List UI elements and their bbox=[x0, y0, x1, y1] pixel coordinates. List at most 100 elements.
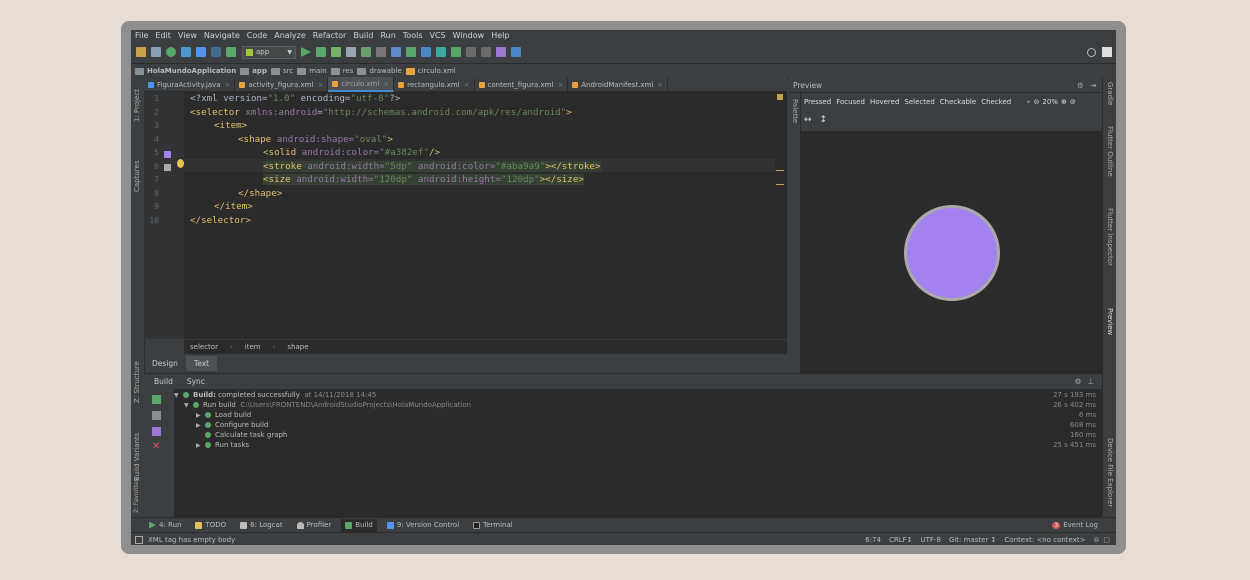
menu-code[interactable]: Code bbox=[247, 30, 267, 42]
history-icon[interactable] bbox=[481, 47, 491, 57]
menu-tools[interactable]: Tools bbox=[403, 30, 423, 42]
tab-figura-activity[interactable]: FiguraActivity.java × bbox=[144, 78, 236, 91]
tab-sync[interactable]: Sync bbox=[187, 377, 205, 386]
forward-arrow-icon[interactable] bbox=[211, 47, 221, 57]
project-structure-icon[interactable] bbox=[391, 47, 401, 57]
close-icon[interactable]: × bbox=[657, 81, 663, 89]
account-icon[interactable] bbox=[1102, 47, 1112, 57]
menu-run[interactable]: Run bbox=[380, 30, 395, 42]
tab-build-bottom[interactable]: Build bbox=[341, 518, 377, 532]
sync-icon[interactable] bbox=[166, 47, 176, 57]
expand-down-icon[interactable]: ▼ bbox=[174, 392, 183, 399]
structure-tool-tab[interactable]: Z: Structure bbox=[133, 361, 141, 403]
hammer-icon[interactable] bbox=[152, 395, 161, 404]
vcs-commit-icon[interactable] bbox=[451, 47, 461, 57]
vertical-resize-icon[interactable]: ↕ bbox=[820, 115, 828, 125]
horizontal-resize-icon[interactable]: ↔ bbox=[804, 115, 812, 125]
run-icon[interactable] bbox=[301, 47, 311, 57]
expand-right-icon[interactable]: ▶ bbox=[196, 442, 205, 449]
hide-icon[interactable]: ⊥ bbox=[1087, 377, 1094, 386]
color-swatch-stroke[interactable] bbox=[164, 164, 171, 171]
stop-icon[interactable] bbox=[376, 47, 386, 57]
state-hovered[interactable]: Hovered bbox=[870, 98, 899, 106]
captures-tool-tab[interactable]: Captures bbox=[133, 161, 141, 192]
build-row[interactable]: Calculate task graph 160 ms bbox=[196, 430, 1116, 440]
refresh-icon[interactable] bbox=[181, 47, 191, 57]
state-checked[interactable]: Checked bbox=[981, 98, 1011, 106]
nav-crumb-file[interactable]: circulo.xml bbox=[405, 67, 456, 75]
git-branch[interactable]: Git: master ↕ bbox=[949, 536, 996, 544]
flutter-inspector-tool-tab[interactable]: Flutter Inspector bbox=[1106, 208, 1114, 266]
tab-terminal[interactable]: Terminal bbox=[469, 519, 517, 532]
tab-rectangulo[interactable]: rectangulo.xml × bbox=[394, 78, 475, 91]
palette-tool-tab[interactable]: Palette bbox=[791, 99, 799, 123]
run-config-select[interactable]: app ▼ bbox=[242, 45, 296, 59]
line-separator[interactable]: CRLF↕ bbox=[889, 536, 913, 544]
warning-marker[interactable] bbox=[776, 170, 784, 171]
sdk-manager-icon[interactable] bbox=[406, 47, 416, 57]
gradle-tool-tab[interactable]: Gradle bbox=[1106, 82, 1114, 105]
build-row[interactable]: ▶ Load build 6 ms bbox=[196, 410, 1116, 420]
preview-tool-tab[interactable]: Preview bbox=[1106, 308, 1114, 335]
tab-logcat[interactable]: 6: Logcat bbox=[236, 519, 286, 532]
expand-down-icon[interactable]: ▼ bbox=[184, 402, 193, 409]
warning-marker[interactable] bbox=[777, 94, 783, 100]
build-row[interactable]: ▶ Run tasks 25 s 451 ms bbox=[196, 440, 1116, 450]
menu-edit[interactable]: Edit bbox=[155, 30, 171, 42]
menu-analyze[interactable]: Analyze bbox=[274, 30, 306, 42]
save-icon[interactable] bbox=[151, 47, 161, 57]
nav-crumb-src[interactable]: src bbox=[270, 67, 293, 75]
coverage-icon[interactable] bbox=[361, 47, 371, 57]
tab-content-figura[interactable]: content_figura.xml × bbox=[475, 78, 569, 91]
search-icon[interactable] bbox=[1087, 47, 1096, 57]
menu-vcs[interactable]: VCS bbox=[430, 30, 446, 42]
menu-refactor[interactable]: Refactor bbox=[313, 30, 347, 42]
favorites-tool-tab[interactable]: 2: Favorites bbox=[133, 478, 140, 513]
caret-position[interactable]: 6:74 bbox=[865, 536, 881, 544]
tab-text[interactable]: Text bbox=[185, 355, 218, 371]
tab-design[interactable]: Design bbox=[144, 356, 186, 371]
back-arrow-icon[interactable] bbox=[196, 47, 206, 57]
avd-manager-icon[interactable] bbox=[421, 47, 431, 57]
close-icon[interactable]: × bbox=[317, 81, 323, 89]
menu-navigate[interactable]: Navigate bbox=[204, 30, 240, 42]
open-folder-icon[interactable] bbox=[136, 47, 146, 57]
lightbulb-icon[interactable] bbox=[177, 159, 184, 168]
nav-crumb-res[interactable]: res bbox=[330, 67, 353, 75]
state-selected[interactable]: Selected bbox=[904, 98, 934, 106]
nav-crumb-project[interactable]: HolaMundoApplication bbox=[135, 67, 236, 75]
crumb-selector[interactable]: selector bbox=[190, 343, 218, 351]
toggle-view-icon[interactable] bbox=[152, 411, 161, 420]
gear-icon[interactable]: ⚙ bbox=[1077, 81, 1084, 90]
nav-crumb-main[interactable]: main bbox=[297, 67, 327, 75]
menu-build[interactable]: Build bbox=[353, 30, 373, 42]
expand-right-icon[interactable]: ▶ bbox=[196, 422, 205, 429]
code-editor[interactable]: <?xml version="1.0" encoding="utf-8"?> <… bbox=[177, 92, 787, 339]
tab-build[interactable]: Build bbox=[154, 377, 173, 386]
tab-run[interactable]: 4: Run bbox=[145, 519, 185, 532]
tab-android-manifest[interactable]: AndroidManifest.xml × bbox=[568, 78, 669, 91]
tab-event-log[interactable]: 3 Event Log bbox=[1048, 519, 1102, 532]
gear-icon[interactable]: ⚙ bbox=[1075, 377, 1082, 386]
crumb-item[interactable]: item bbox=[245, 343, 261, 351]
tool-windows-icon[interactable] bbox=[135, 535, 143, 544]
more-states-icon[interactable]: » bbox=[1026, 98, 1030, 106]
menu-file[interactable]: File bbox=[135, 30, 148, 42]
close-icon[interactable]: × bbox=[464, 81, 470, 89]
state-focused[interactable]: Focused bbox=[836, 98, 865, 106]
build-row[interactable]: ▼ Build: completed successfully at 14/11… bbox=[174, 390, 1102, 400]
profile-icon[interactable] bbox=[346, 47, 356, 57]
build-row[interactable]: ▶ Configure build 608 ms bbox=[196, 420, 1116, 430]
tab-todo[interactable]: TODO bbox=[191, 519, 230, 532]
zoom-fit-icon[interactable]: ⊘ bbox=[1070, 98, 1076, 106]
hammer-icon[interactable] bbox=[226, 47, 236, 57]
build-row[interactable]: ▼ Run build C:\Users\FRONTEND\AndroidStu… bbox=[184, 400, 1112, 410]
nav-crumb-app[interactable]: app bbox=[240, 67, 267, 75]
hide-icon[interactable]: ⇥ bbox=[1090, 81, 1096, 90]
notifications-icon[interactable]: ▢ bbox=[1103, 536, 1110, 544]
tab-activity-figura[interactable]: activity_figura.xml × bbox=[235, 78, 329, 91]
expand-right-icon[interactable]: ▶ bbox=[196, 412, 205, 419]
menu-window[interactable]: Window bbox=[453, 30, 485, 42]
preview-canvas[interactable] bbox=[801, 131, 1102, 373]
tab-circulo[interactable]: circulo.xml × bbox=[328, 77, 395, 92]
